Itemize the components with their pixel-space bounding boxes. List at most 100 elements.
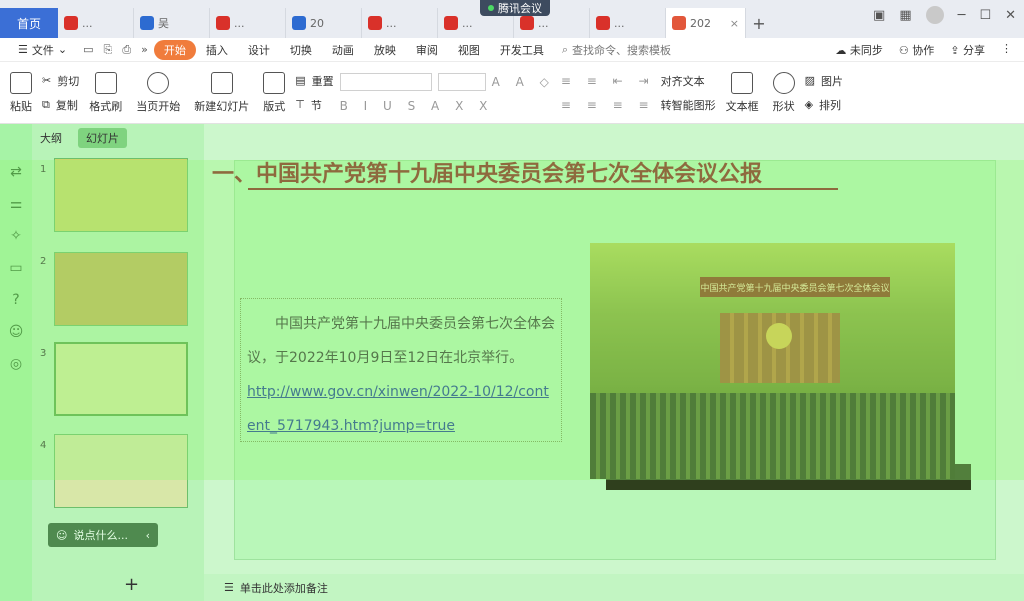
play-icon <box>147 71 170 94</box>
print-icon[interactable]: ⎙ <box>122 43 131 57</box>
sliders-icon[interactable]: ⚌ <box>10 196 23 212</box>
font-style-icons[interactable]: B I U S A X X <box>340 99 494 113</box>
new-tab-button[interactable]: + <box>746 8 772 38</box>
sync-button[interactable]: ☁ 未同步 <box>835 42 883 58</box>
reset-button[interactable]: ▤ 重置 <box>295 73 333 89</box>
body-text: 中国共产党第十九届中央委员会第七次全体会议，于2022年10月9日至12日在北京… <box>247 316 555 366</box>
maximize-icon[interactable]: ☐ <box>979 8 991 23</box>
font-size-select[interactable] <box>437 72 486 91</box>
shuffle-icon[interactable]: ⇄ <box>10 164 22 180</box>
menu-tab-animation[interactable]: 动画 <box>322 42 364 58</box>
close-icon[interactable]: × <box>730 17 739 30</box>
list-icons[interactable]: ≡ ≡ ⇤ ⇥ <box>561 74 655 88</box>
help-icon[interactable]: ? <box>12 292 19 308</box>
menu-tab-developer[interactable]: 开发工具 <box>490 42 554 58</box>
robot-icon[interactable]: ☺ <box>9 324 24 340</box>
arrange-button[interactable]: ◈ 排列 <box>805 97 843 113</box>
slide-thumbnail-1[interactable] <box>54 158 188 232</box>
format-painter-button[interactable]: 格式刷 <box>85 66 126 119</box>
layout-icon[interactable]: ▣ <box>873 8 885 23</box>
menu-tab-design[interactable]: 设计 <box>238 42 280 58</box>
menu-tab-insert[interactable]: 插入 <box>196 42 238 58</box>
collab-button[interactable]: ⚇ 协作 <box>899 42 934 58</box>
slide-number: 2 <box>40 256 47 267</box>
section-button[interactable]: ⊤ 节 <box>295 97 333 113</box>
export-icon[interactable]: ⎘ <box>104 43 113 57</box>
clipboard-group: ✂ 剪切 ⧉ 复制 <box>42 66 79 119</box>
doc-tab-2[interactable]: 吴 <box>134 8 210 38</box>
layout-button[interactable]: 版式 <box>259 66 289 119</box>
copy-button[interactable]: ⧉ 复制 <box>42 97 79 113</box>
section-icon: ⊤ <box>295 98 305 111</box>
meeting-photo[interactable]: 中国共产党第十九届中央委员会第七次全体会议 <box>590 243 955 479</box>
menu-tab-slideshow[interactable]: 放映 <box>364 42 406 58</box>
pdf-icon <box>596 16 610 30</box>
chat-input-bubble[interactable]: ☺ 说点什么... ‹ <box>48 523 158 547</box>
tab-outline[interactable]: 大纲 <box>32 128 70 148</box>
thumbnail-tabs: 大纲 幻灯片 <box>32 128 127 148</box>
tab-slides[interactable]: 幻灯片 <box>78 128 127 148</box>
doc-tab-1[interactable]: ... <box>58 8 134 38</box>
screen-icon[interactable]: ▭ <box>9 260 22 276</box>
menu-tab-transition[interactable]: 切换 <box>280 42 322 58</box>
align-text-button[interactable]: 对齐文本 <box>661 73 705 89</box>
shape-button[interactable]: 形状 <box>769 66 799 119</box>
avatar[interactable] <box>925 6 944 24</box>
slide-thumbnail-2[interactable] <box>54 252 188 326</box>
cut-button[interactable]: ✂ 剪切 <box>42 73 79 89</box>
tab-home[interactable]: 首页 <box>0 8 58 38</box>
slide-thumbnail-4[interactable] <box>54 434 188 508</box>
menu-tab-view[interactable]: 视图 <box>448 42 490 58</box>
slide-heading[interactable]: 一、中国共产党第十九届中央委员会第七次全体会议公报 <box>212 156 762 188</box>
new-slide-button[interactable]: 新建幻灯片 <box>190 66 253 119</box>
save-icon[interactable]: ▭ <box>83 43 93 57</box>
doc-tab-8[interactable]: ... <box>590 8 666 38</box>
minimize-icon[interactable]: ─ <box>958 8 966 23</box>
textbox-button[interactable]: 文本框 <box>722 66 763 119</box>
notes-icon: ☰ <box>224 581 234 594</box>
word-icon <box>140 16 154 30</box>
doc-tab-4[interactable]: 20 <box>286 8 362 38</box>
slide-thumbnail-3[interactable] <box>54 342 188 416</box>
slide-group: ▤ 重置 ⊤ 节 <box>295 66 333 119</box>
new-slide-icon <box>210 71 233 94</box>
font-family-select[interactable] <box>339 72 432 91</box>
play-current-button[interactable]: 当页开始 <box>132 66 184 119</box>
font-size-adjust-icons[interactable]: A A ◇ <box>492 75 555 89</box>
menu-tab-home[interactable]: 开始 <box>153 39 196 60</box>
chevron-down-icon: ⌄ <box>57 43 68 56</box>
meeting-indicator[interactable]: 腾讯会议 <box>480 0 550 16</box>
more-icon[interactable]: » <box>141 43 148 57</box>
slide-number: 4 <box>40 440 47 451</box>
align-icons[interactable]: ≡ ≡ ≡ ≡ <box>561 98 655 112</box>
pdf-icon <box>444 16 458 30</box>
doc-tab-5[interactable]: ... <box>362 8 438 38</box>
word-icon <box>292 16 306 30</box>
slide-number: 3 <box>40 348 47 359</box>
more-menu-icon[interactable]: ⋮ <box>1001 42 1012 58</box>
window-controls: ▣ ▦ ─ ☐ ✕ <box>873 6 1016 24</box>
grid-icon[interactable]: ▦ <box>899 8 911 23</box>
notes-bar[interactable]: ☰ 单击此处添加备注 <box>204 574 1024 601</box>
slide-textbox[interactable]: 中国共产党第十九届中央委员会第七次全体会议，于2022年10月9日至12日在北京… <box>240 298 562 442</box>
doc-tab-active[interactable]: 202 × <box>666 8 746 38</box>
magic-icon[interactable]: ✧ <box>10 228 22 244</box>
convert-smartart-button[interactable]: 转智能图形 <box>661 97 716 113</box>
copy-icon: ⧉ <box>42 97 50 111</box>
doc-tab-3[interactable]: ... <box>210 8 286 38</box>
close-window-icon[interactable]: ✕ <box>1005 8 1016 23</box>
collapse-icon[interactable]: ‹ <box>146 529 150 542</box>
share-button[interactable]: ⇪ 分享 <box>950 42 985 58</box>
paragraph-group: ≡ ≡ ⇤ ⇥ 对齐文本 ≡ ≡ ≡ ≡ 转智能图形 <box>561 66 716 119</box>
command-search[interactable]: ⌕ 查找命令、搜索模板 <box>562 42 671 58</box>
file-menu[interactable]: ☰ 文件 ⌄ <box>8 42 77 58</box>
heading-underline <box>248 188 838 190</box>
menu-tab-review[interactable]: 审阅 <box>406 42 448 58</box>
paste-button[interactable]: 粘贴 <box>6 66 36 119</box>
brush-icon <box>94 71 117 94</box>
location-icon[interactable]: ◎ <box>10 356 22 372</box>
pdf-icon <box>520 16 534 30</box>
image-button[interactable]: ▨ 图片 <box>805 73 843 89</box>
source-link[interactable]: http://www.gov.cn/xinwen/2022-10/12/cont… <box>247 375 555 443</box>
add-slide-button[interactable]: + <box>124 574 139 595</box>
